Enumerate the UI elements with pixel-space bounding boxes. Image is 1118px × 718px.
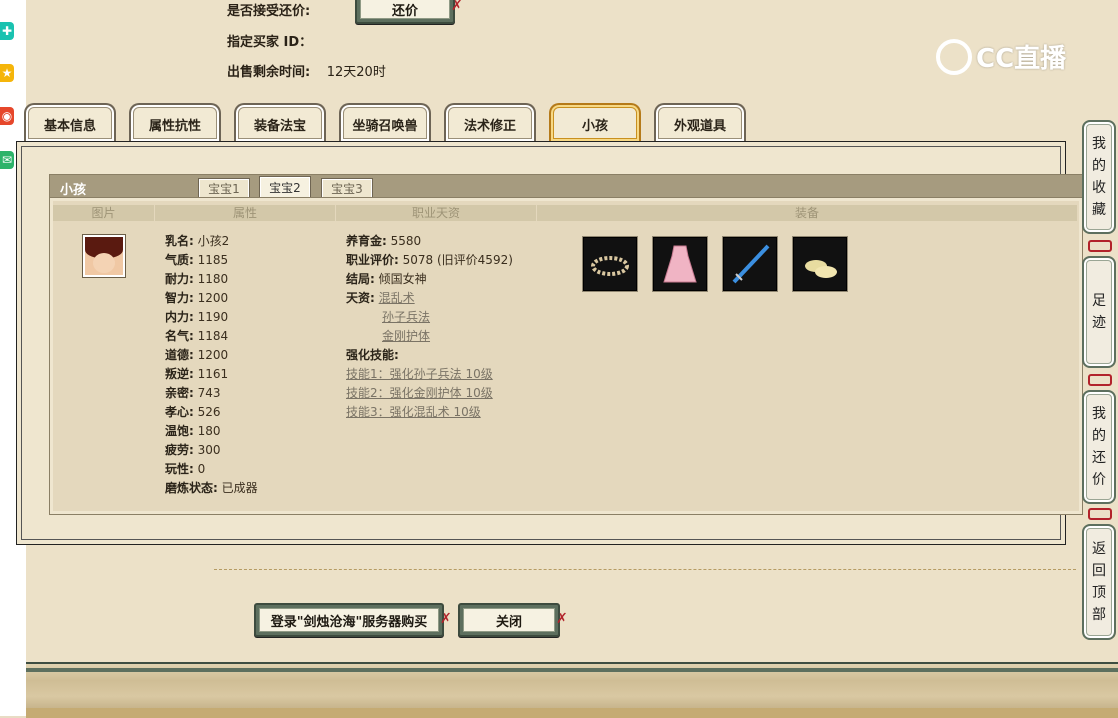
attr-row: 孝心: 526: [165, 405, 221, 419]
column-header-attributes: 属性: [155, 205, 335, 221]
tab-appearance[interactable]: 外观道具: [654, 103, 746, 141]
talent-link[interactable]: 孙子兵法: [382, 310, 430, 324]
cc-logo-icon: [936, 38, 972, 75]
skills-label-row: 强化技能:: [346, 348, 399, 362]
attr-row: 磨炼状态: 已成器: [165, 481, 258, 495]
ending-row: 结局: 倾国女神: [346, 272, 427, 286]
column-header-equipment: 装备: [537, 205, 1077, 221]
attr-row: 玩性: 0: [165, 462, 206, 476]
talent-row: 天资: 混乱术: [346, 291, 415, 305]
accept-counter-label: 是否接受还价:: [227, 4, 311, 19]
close-label: 关闭: [463, 608, 555, 632]
buyer-id-label: 指定买家 ID：: [227, 35, 313, 50]
logo-text: CC直播: [976, 44, 1067, 74]
back-to-top-button[interactable]: 返回顶部: [1082, 524, 1116, 640]
dress-icon[interactable]: [653, 237, 707, 291]
attr-row: 气质: 1185: [165, 253, 229, 267]
knot-decoration: [1088, 374, 1112, 386]
plus-icon[interactable]: ✚: [0, 22, 14, 40]
attr-row: 内力: 1190: [165, 310, 229, 324]
child-avatar[interactable]: [82, 234, 126, 278]
time-left-label: 出售剩余时间:: [227, 65, 311, 80]
knot-decoration: [1088, 508, 1112, 520]
talent-link[interactable]: 混乱术: [379, 291, 415, 305]
attr-row: 耐力: 1180: [165, 272, 229, 286]
attr-row: 乳名: 小孩2: [165, 234, 230, 248]
footprints-button[interactable]: 足迹: [1082, 256, 1116, 368]
column-header-career: 职业天资: [336, 205, 536, 221]
attr-row: 智力: 1200: [165, 291, 229, 305]
close-button[interactable]: 关闭: [458, 603, 560, 637]
sword-icon[interactable]: [723, 237, 777, 291]
subtab-baby-3[interactable]: 宝宝3: [321, 178, 373, 198]
bow-icon: ✗: [556, 611, 568, 627]
tab-spells[interactable]: 法术修正: [444, 103, 536, 141]
skill-link[interactable]: 技能1：强化孙子兵法 10级: [346, 367, 493, 381]
attribute-list: 乳名: 小孩2 气质: 1185 耐力: 1180 智力: 1200 内力: 1…: [165, 232, 258, 498]
time-left-value: 12天20时: [326, 65, 386, 80]
tab-bar: 基本信息 属性抗性 装备法宝 坐骑召唤兽 法术修正 小孩 外观道具: [24, 99, 759, 141]
skill-link[interactable]: 技能3：强化混乱术 10级: [346, 405, 481, 419]
footer-decoration: [26, 662, 1118, 718]
bow-icon: ✗: [440, 611, 452, 627]
shoes-icon[interactable]: [793, 237, 847, 291]
child-section-title: 小孩: [60, 183, 87, 198]
rating-row: 职业评价: 5078 (旧评价4592): [346, 253, 513, 267]
fee-row: 养育金: 5580: [346, 234, 422, 248]
login-buy-button[interactable]: 登录"剑烛沧海"服务器购买: [254, 603, 444, 637]
accept-counter-row: 是否接受还价:: [227, 0, 310, 19]
counter-button-label: 还价: [360, 0, 450, 19]
knot-decoration: [1088, 240, 1112, 252]
attr-row: 名气: 1184: [165, 329, 229, 343]
attr-row: 叛逆: 1161: [165, 367, 229, 381]
attr-row: 疲劳: 300: [165, 443, 221, 457]
buyer-id-row: 指定买家 ID：: [227, 31, 324, 50]
mail-icon[interactable]: ✉: [0, 151, 14, 169]
favorites-button[interactable]: 我的收藏: [1082, 120, 1116, 234]
attr-row: 道德: 1200: [165, 348, 229, 362]
divider: [214, 569, 1076, 570]
my-counter-offers-button[interactable]: 我的还价: [1082, 390, 1116, 504]
tab-child[interactable]: 小孩: [549, 103, 641, 141]
cc-live-logo: CC直播: [936, 38, 1066, 75]
subtab-baby-1[interactable]: 宝宝1: [198, 178, 250, 198]
star-icon[interactable]: ★: [0, 64, 14, 82]
tab-equipment[interactable]: 装备法宝: [234, 103, 326, 141]
talent-link[interactable]: 金刚护体: [382, 329, 430, 343]
skill-link[interactable]: 技能2：强化金刚护体 10级: [346, 386, 493, 400]
subtab-baby-2[interactable]: 宝宝2: [259, 176, 311, 198]
attr-row: 亲密: 743: [165, 386, 221, 400]
bow-icon: ✗: [451, 0, 463, 14]
tab-mounts[interactable]: 坐骑召唤兽: [339, 103, 431, 141]
time-left-row: 出售剩余时间: 12天20时: [227, 61, 386, 80]
attr-row: 温饱: 180: [165, 424, 221, 438]
counter-button[interactable]: 还价: [355, 0, 455, 24]
tab-basic-info[interactable]: 基本信息: [24, 103, 116, 141]
column-header-image: 图片: [53, 205, 154, 221]
wreath-icon[interactable]: [583, 237, 637, 291]
login-buy-label: 登录"剑烛沧海"服务器购买: [259, 608, 439, 632]
career-info: 养育金: 5580 职业评价: 5078 (旧评价4592) 结局: 倾国女神 …: [346, 232, 513, 422]
weibo-icon[interactable]: ◉: [0, 107, 14, 125]
tab-attributes[interactable]: 属性抗性: [129, 103, 221, 141]
